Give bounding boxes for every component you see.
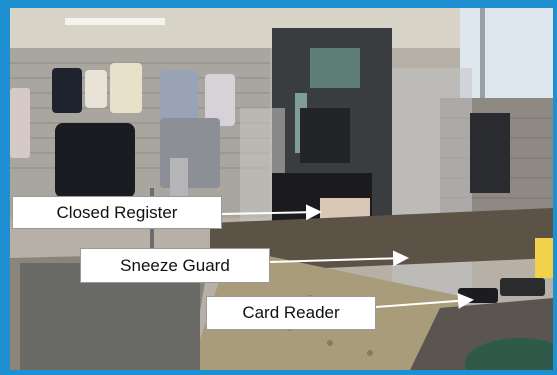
photo-frame: Closed Register Sneeze Guard Card Reader	[0, 0, 557, 375]
card-reader-device	[458, 288, 498, 303]
card-reader-label: Card Reader	[206, 296, 376, 330]
closed-register-label: Closed Register	[12, 196, 222, 229]
sneeze-guard-label: Sneeze Guard	[80, 248, 270, 283]
ceiling-light	[65, 18, 165, 25]
